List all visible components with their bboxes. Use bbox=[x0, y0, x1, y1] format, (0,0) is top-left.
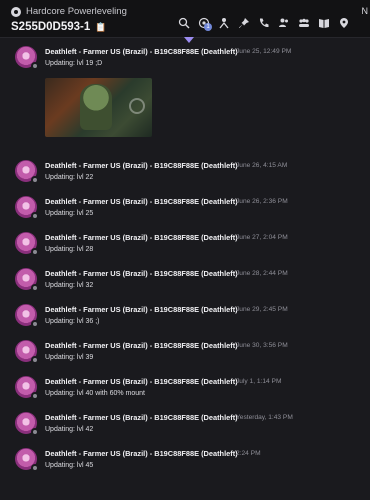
server-name[interactable]: Hardcore Powerleveling bbox=[11, 6, 127, 17]
message-author[interactable]: Deathleft - Farmer US (Brazil) - B19C88F… bbox=[45, 161, 238, 170]
toolbar: 1 bbox=[177, 16, 350, 31]
message-timestamp: June 26, 4:15 AM bbox=[236, 162, 288, 169]
notification-badge: 1 bbox=[204, 23, 212, 31]
status-indicator bbox=[31, 464, 39, 472]
status-indicator bbox=[31, 284, 39, 292]
clipboard-icon[interactable]: 📋 bbox=[95, 22, 106, 33]
message-text: Updating: lvl 45 bbox=[45, 462, 94, 469]
pin-icon[interactable] bbox=[237, 16, 250, 29]
avatar[interactable] bbox=[15, 412, 39, 436]
channel-name: S255D0D593-1 bbox=[11, 21, 91, 33]
scroll-indicator bbox=[184, 37, 194, 43]
message-text: Updating: lvl 32 bbox=[45, 282, 94, 289]
notifications-icon[interactable]: 1 bbox=[197, 16, 212, 31]
avatar[interactable] bbox=[15, 304, 39, 328]
message-author[interactable]: Deathleft - Farmer US (Brazil) - B19C88F… bbox=[45, 305, 238, 314]
server-icon bbox=[11, 6, 21, 17]
message-timestamp: June 28, 2:44 PM bbox=[236, 270, 288, 277]
status-indicator bbox=[31, 320, 39, 328]
message-author[interactable]: Deathleft - Farmer US (Brazil) - B19C88F… bbox=[45, 413, 238, 422]
message-author[interactable]: Deathleft - Farmer US (Brazil) - B19C88F… bbox=[45, 449, 238, 458]
message-timestamp: June 30, 3:56 PM bbox=[236, 342, 288, 349]
message-timestamp: June 25, 12:49 PM bbox=[236, 48, 292, 55]
status-indicator bbox=[31, 248, 39, 256]
members-icon[interactable] bbox=[277, 16, 290, 29]
avatar[interactable] bbox=[15, 376, 39, 400]
avatar[interactable] bbox=[15, 448, 39, 472]
server-name-label: Hardcore Powerleveling bbox=[26, 6, 127, 17]
message-author[interactable]: Deathleft - Farmer US (Brazil) - B19C88F… bbox=[45, 233, 238, 242]
channel-title: S255D0D593-1 📋 bbox=[11, 21, 107, 33]
message-author[interactable]: Deathleft - Farmer US (Brazil) - B19C88F… bbox=[45, 269, 238, 278]
message-author[interactable]: Deathleft - Farmer US (Brazil) - B19C88F… bbox=[45, 197, 238, 206]
avatar[interactable] bbox=[15, 232, 39, 256]
ring-icon bbox=[129, 98, 145, 114]
status-indicator bbox=[31, 392, 39, 400]
message-timestamp: June 26, 2:36 PM bbox=[236, 198, 288, 205]
overflow-text: N bbox=[361, 6, 369, 16]
message-text: Updating: lvl 40 with 60% mount bbox=[45, 390, 145, 397]
character-figure bbox=[80, 84, 112, 130]
call-icon[interactable] bbox=[257, 16, 270, 29]
message-text: Updating: lvl 28 bbox=[45, 246, 94, 253]
avatar[interactable] bbox=[15, 196, 39, 220]
message-timestamp: Yesterday, 1:43 PM bbox=[236, 414, 293, 421]
message-text: Updating: lvl 25 bbox=[45, 210, 94, 217]
status-indicator bbox=[31, 428, 39, 436]
message-author[interactable]: Deathleft - Farmer US (Brazil) - B19C88F… bbox=[45, 377, 238, 386]
book-icon[interactable] bbox=[317, 16, 330, 29]
status-indicator bbox=[31, 356, 39, 364]
avatar[interactable] bbox=[15, 340, 39, 364]
status-indicator bbox=[31, 62, 39, 70]
message-author[interactable]: Deathleft - Farmer US (Brazil) - B19C88F… bbox=[45, 341, 238, 350]
message-text: Updating: lvl 42 bbox=[45, 426, 94, 433]
message-timestamp: June 27, 2:04 PM bbox=[236, 234, 288, 241]
message-text: Updating: lvl 22 bbox=[45, 174, 94, 181]
status-indicator bbox=[31, 212, 39, 220]
message-text: Updating: lvl 36 ;) bbox=[45, 318, 100, 325]
message-timestamp: 2:24 PM bbox=[236, 450, 261, 457]
message-timestamp: July 1, 1:14 PM bbox=[236, 378, 282, 385]
group-icon[interactable] bbox=[297, 16, 310, 29]
avatar[interactable] bbox=[15, 268, 39, 292]
channel-header: Hardcore Powerleveling S255D0D593-1 📋 1 bbox=[0, 0, 370, 38]
message-author[interactable]: Deathleft - Farmer US (Brazil) - B19C88F… bbox=[45, 47, 238, 56]
message-text: Updating: lvl 19 ;D bbox=[45, 60, 103, 67]
avatar[interactable] bbox=[15, 160, 39, 184]
avatar[interactable] bbox=[15, 46, 39, 70]
message-image-attachment[interactable] bbox=[45, 78, 152, 137]
message-timestamp: June 29, 2:45 PM bbox=[236, 306, 288, 313]
status-indicator bbox=[31, 176, 39, 184]
location-icon[interactable] bbox=[337, 16, 350, 29]
message-text: Updating: lvl 39 bbox=[45, 354, 94, 361]
search-icon[interactable] bbox=[177, 16, 190, 29]
threads-icon[interactable] bbox=[217, 16, 230, 29]
